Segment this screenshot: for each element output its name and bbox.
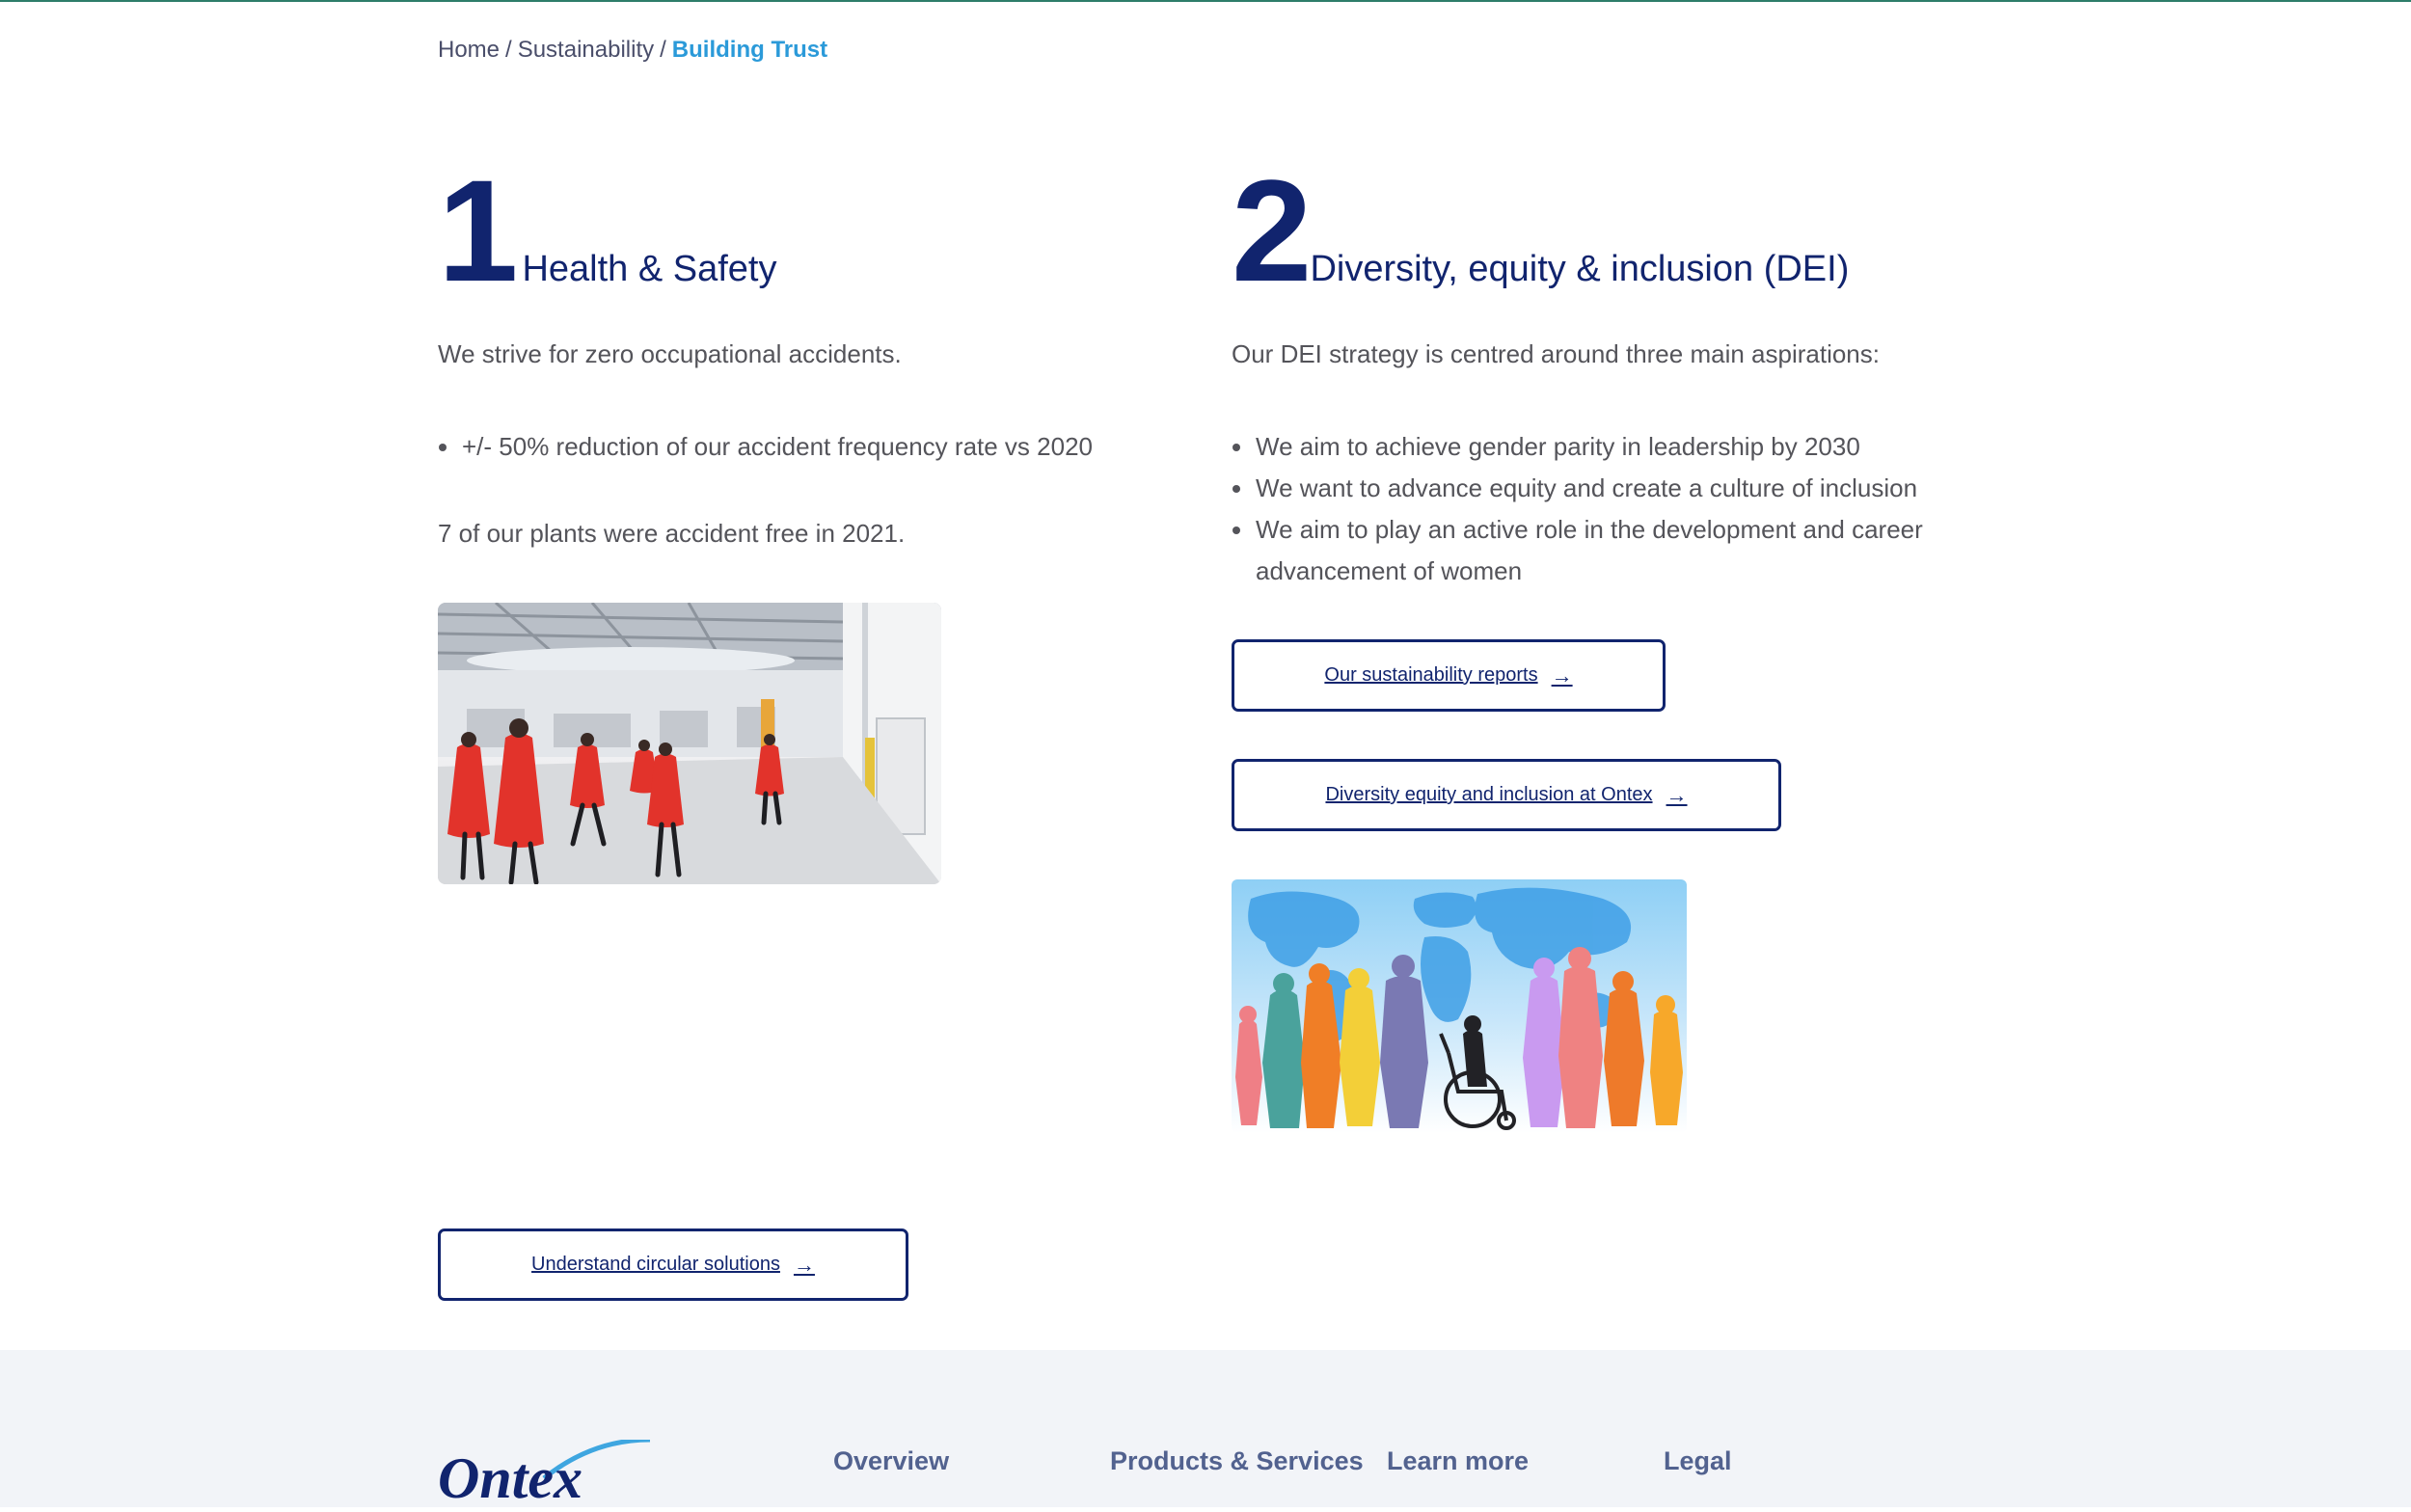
circular-solutions-button[interactable]: Understand circular solutions → [438,1228,908,1301]
arrow-right-icon: → [1666,782,1688,807]
section-number: 1 [438,149,518,311]
ontex-logo-icon: Ontex [438,1437,651,1510]
list-item: We aim to achieve gender parity in leade… [1255,426,1968,468]
section-title: Health & Safety [522,249,777,289]
site-footer: Ontex Overview Products & Services Learn… [0,1350,2411,1510]
arrow-right-icon: → [1551,662,1573,688]
button-label: Our sustainability reports [1324,664,1538,686]
section-title: Diversity, equity & inclusion (DEI) [1310,249,1850,289]
footer-nav-learn-more[interactable]: Learn more [1387,1446,1529,1476]
breadcrumb-home[interactable]: Home [438,37,500,63]
factory-illustration [438,603,941,884]
breadcrumb-sustainability[interactable]: Sustainability [518,37,654,63]
breadcrumb-current: Building Trust [671,37,828,63]
section-heading: 1 Health & Safety [438,149,1171,311]
list-item: +/- 50% reduction of our accident freque… [461,426,1093,468]
button-label: Understand circular solutions [531,1254,780,1275]
dei-section: 2 Diversity, equity & inclusion (DEI) Ou… [1232,149,1964,585]
logo-text: Ontex [438,1446,582,1507]
section-note: 7 of our plants were accident free in 20… [438,519,906,548]
arrow-right-icon: → [793,1252,815,1277]
footer-nav-legal[interactable]: Legal [1664,1446,1732,1476]
section-intro: We strive for zero occupational accident… [438,339,902,368]
breadcrumb: Home / Sustainability / Building Trust [438,37,827,64]
breadcrumb-separator: / [505,37,512,63]
footer-nav-overview[interactable]: Overview [833,1446,949,1476]
section-heading: 2 Diversity, equity & inclusion (DEI) [1232,149,1964,311]
section-intro: Our DEI strategy is centred around three… [1232,339,1880,368]
sustainability-reports-button[interactable]: Our sustainability reports → [1232,639,1666,712]
diversity-illustration [1232,879,1687,1133]
footer-nav-products-services[interactable]: Products & Services [1110,1446,1364,1476]
breadcrumb-separator: / [660,37,666,63]
list-item: We aim to play an active role in the dev… [1255,509,1940,592]
factory-workers-photo [438,603,941,884]
top-accent-line [0,0,2411,2]
section-number: 2 [1232,149,1312,311]
world-map-people-illustration [1235,887,1683,1130]
section-points: We aim to achieve gender parity in leade… [1232,426,1968,592]
button-label: Diversity equity and inclusion at Ontex [1325,784,1653,805]
ontex-logo[interactable]: Ontex [438,1437,651,1512]
health-safety-section: 1 Health & Safety We strive for zero occ… [438,149,1171,548]
dei-at-ontex-button[interactable]: Diversity equity and inclusion at Ontex … [1232,759,1781,831]
section-points: +/- 50% reduction of our accident freque… [438,426,1093,468]
list-item: We want to advance equity and create a c… [1255,468,1968,509]
